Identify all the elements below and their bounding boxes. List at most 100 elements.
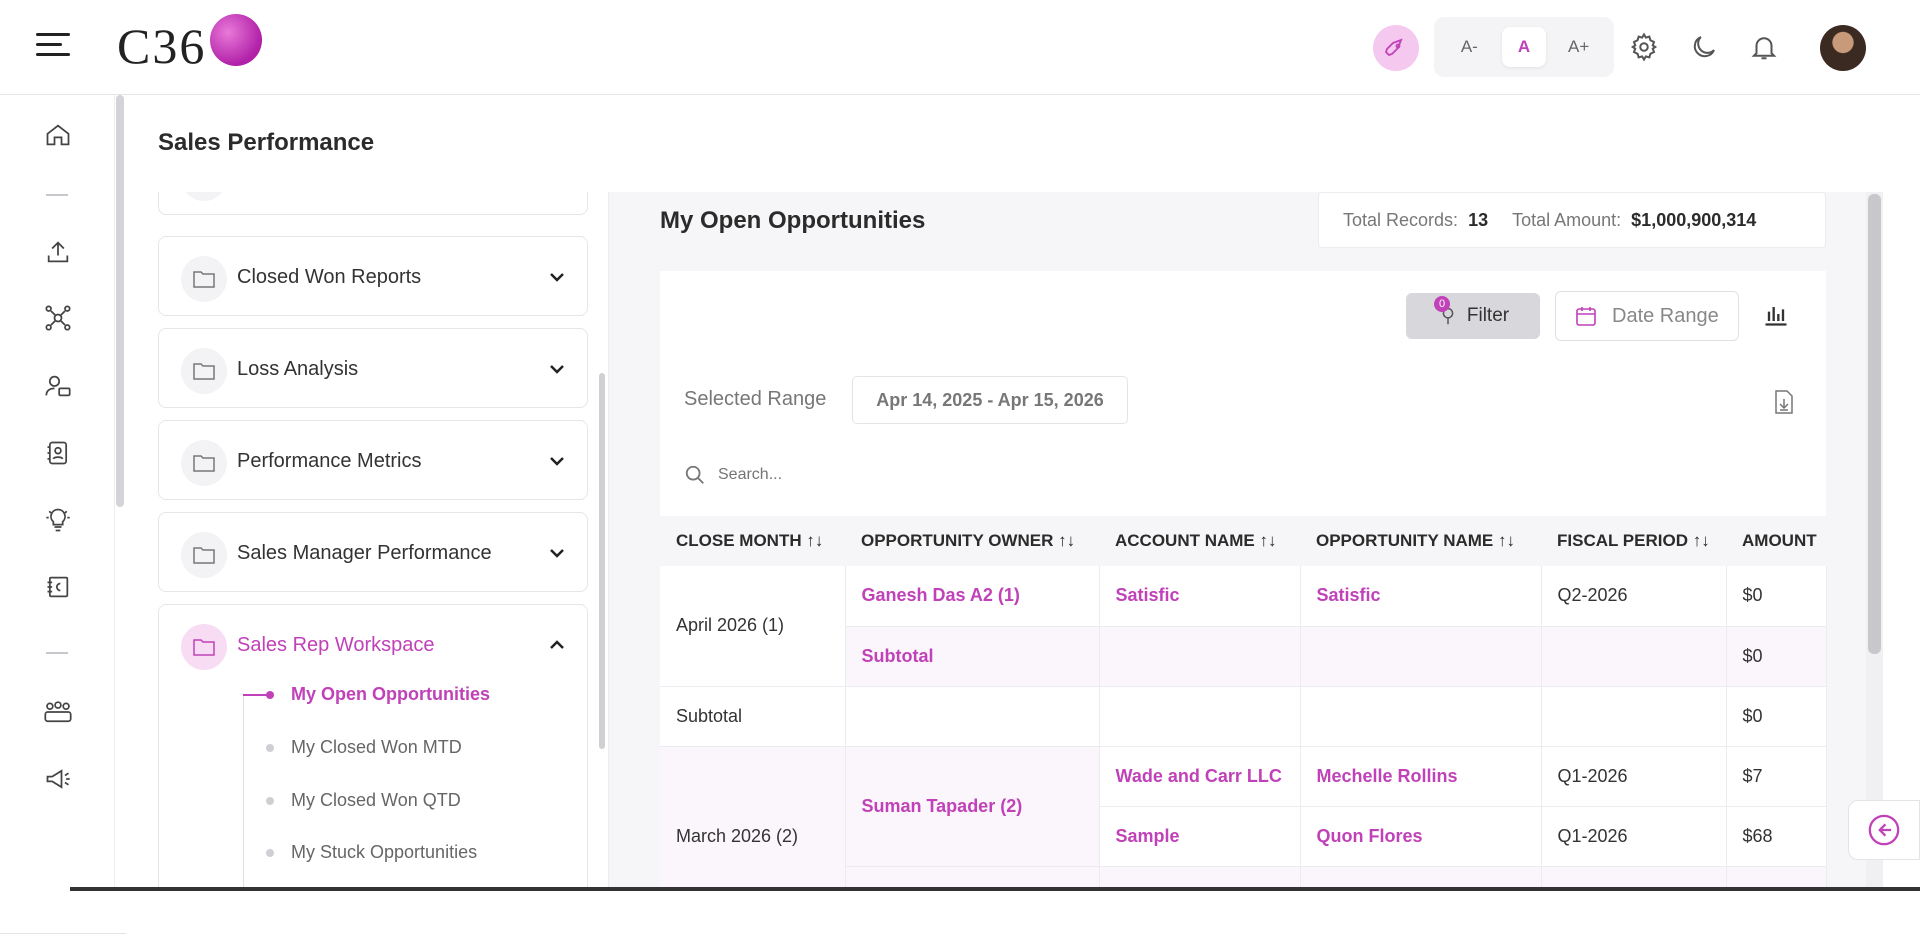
folder-label: Closed Won Reports	[237, 266, 422, 288]
column-header-amount[interactable]: AMOUNT	[1726, 516, 1826, 566]
logo[interactable]: C36	[117, 14, 263, 76]
opportunity-link[interactable]: Mechelle Rollins	[1300, 746, 1542, 807]
fiscal-period-cell: Q1-2026	[1541, 746, 1727, 807]
empty-cell	[1541, 626, 1727, 687]
search-input[interactable]	[718, 466, 1118, 484]
folder-icon	[181, 256, 227, 302]
subtotal-label: Subtotal	[660, 686, 846, 747]
folder-icon	[181, 348, 227, 394]
folder-closed-won-reports[interactable]: Closed Won Reports	[158, 236, 588, 316]
date-range-button[interactable]: Date Range	[1555, 291, 1739, 341]
filter-label: Filter	[1466, 305, 1510, 326]
sort-icon[interactable]: ↑↓	[1693, 531, 1710, 550]
megaphone-icon[interactable]	[40, 761, 76, 797]
total-records-value: 13	[1468, 209, 1489, 230]
bell-icon[interactable]	[1746, 29, 1782, 65]
folder-list-scrollbar[interactable]	[599, 373, 605, 749]
user-card-icon[interactable]	[40, 368, 76, 404]
tree-line	[243, 695, 244, 891]
column-header-opportunity-name[interactable]: OPPORTUNITY NAME ↑↓	[1300, 516, 1541, 566]
filter-button[interactable]: 0 Filter	[1406, 293, 1540, 339]
sort-icon[interactable]: ↑↓	[1260, 531, 1277, 550]
gear-icon[interactable]	[1626, 29, 1662, 65]
folder-item-partial[interactable]	[158, 192, 588, 215]
font-increase-button[interactable]: A+	[1557, 27, 1601, 67]
font-decrease-button[interactable]: A-	[1447, 27, 1491, 67]
tree-dot	[266, 797, 274, 805]
report-area: My Open Opportunities Total Records: 13 …	[609, 192, 1869, 891]
report-my-closed-won-mtd[interactable]: My Closed Won MTD	[291, 737, 462, 758]
chevron-down-icon[interactable]	[547, 545, 567, 561]
total-amount-value: $1,000,900,314	[1631, 209, 1757, 230]
date-range-label: Date Range	[1612, 304, 1719, 327]
report-my-stuck-opportunities[interactable]: My Stuck Opportunities	[291, 842, 477, 863]
close-month-cell: March 2026 (2)	[660, 746, 846, 891]
account-link[interactable]: Satisfic	[1099, 566, 1301, 627]
report-my-open-opportunities[interactable]: My Open Opportunities	[291, 684, 490, 705]
fiscal-period-cell: Q1-2026	[1541, 806, 1727, 867]
empty-cell	[1099, 686, 1301, 747]
menu-toggle-icon[interactable]	[36, 33, 70, 61]
logo-globe	[210, 14, 263, 66]
opportunity-link[interactable]: Satisfic	[1300, 566, 1542, 627]
nav-scrollbar[interactable]	[116, 95, 124, 507]
totals-summary: Total Records: 13 Total Amount: $1,000,9…	[1318, 192, 1826, 248]
team-icon[interactable]	[40, 694, 76, 730]
export-file-icon[interactable]	[1773, 389, 1795, 415]
report-scrollbar-thumb[interactable]	[1868, 194, 1881, 654]
folder-sales-manager-performance[interactable]: Sales Manager Performance	[158, 512, 588, 592]
folder-icon	[181, 192, 227, 201]
ledger-icon[interactable]	[40, 569, 76, 605]
chevron-down-icon[interactable]	[547, 361, 567, 377]
nav-divider	[46, 194, 68, 196]
account-link[interactable]: Wade and Carr LLC	[1099, 746, 1301, 807]
font-size-switcher: A- A A+	[1434, 17, 1614, 77]
column-header-opportunity-owner[interactable]: OPPORTUNITY OWNER ↑↓	[845, 516, 1099, 566]
empty-cell	[1300, 686, 1542, 747]
month-subtotal-row: Subtotal $0	[660, 686, 1827, 747]
opportunities-table: CLOSE MONTH ↑↓ OPPORTUNITY OWNER ↑↓ ACCO…	[660, 516, 1827, 891]
sort-icon[interactable]: ↑↓	[1058, 531, 1075, 550]
folder-label: Loss Analysis	[237, 358, 359, 380]
owner-link[interactable]: Suman Tapader (2)	[845, 746, 1100, 867]
sort-icon[interactable]: ↑↓	[806, 531, 823, 550]
bottom-edge	[70, 887, 1920, 891]
network-icon[interactable]	[40, 300, 76, 336]
sort-icon[interactable]: ↑↓	[1498, 531, 1515, 550]
contact-book-icon[interactable]	[40, 435, 76, 471]
avatar[interactable]	[1820, 25, 1866, 71]
empty-cell	[1541, 686, 1727, 747]
column-header-close-month[interactable]: CLOSE MONTH ↑↓	[660, 516, 845, 566]
rocket-icon[interactable]	[1373, 25, 1419, 71]
chevron-down-icon[interactable]	[547, 453, 567, 469]
fiscal-period-cell: Q2-2026	[1541, 566, 1727, 627]
report-title: My Open Opportunities	[660, 207, 926, 234]
chevron-up-icon[interactable]	[547, 637, 567, 653]
total-records-label: Total Records:	[1343, 209, 1459, 230]
calendar-icon	[1576, 307, 1596, 326]
column-header-fiscal-period[interactable]: FISCAL PERIOD ↑↓	[1541, 516, 1726, 566]
total-amount-label: Total Amount:	[1512, 209, 1622, 230]
amount-cell: $0	[1726, 686, 1827, 747]
report-my-closed-won-qtd[interactable]: My Closed Won QTD	[291, 790, 461, 811]
account-link[interactable]: Sample	[1099, 806, 1301, 867]
report-panel: 0 Filter Date Range Selected Range Apr 1…	[660, 271, 1827, 891]
opportunity-link[interactable]: Quon Flores	[1300, 806, 1542, 867]
folder-label: Performance Metrics	[237, 450, 422, 472]
column-header-account-name[interactable]: ACCOUNT NAME ↑↓	[1099, 516, 1300, 566]
back-arrow-icon[interactable]	[1848, 800, 1920, 860]
moon-icon[interactable]	[1686, 29, 1722, 65]
chevron-down-icon[interactable]	[547, 269, 567, 285]
chart-view-icon[interactable]	[1760, 298, 1792, 330]
search-icon	[685, 465, 704, 484]
folder-performance-metrics[interactable]: Performance Metrics	[158, 420, 588, 500]
font-normal-button[interactable]: A	[1501, 27, 1546, 67]
upload-icon[interactable]	[40, 234, 76, 270]
amount-cell: $0	[1726, 566, 1827, 627]
owner-link[interactable]: Ganesh Das A2 (1)	[845, 566, 1100, 627]
folder-sales-rep-workspace[interactable]: Sales Rep Workspace My Open Opportunitie…	[158, 604, 588, 891]
folder-loss-analysis[interactable]: Loss Analysis	[158, 328, 588, 408]
lightbulb-icon[interactable]	[40, 502, 76, 538]
table-row: March 2026 (2) Suman Tapader (2) Wade an…	[660, 746, 1827, 891]
home-icon[interactable]	[40, 117, 76, 153]
